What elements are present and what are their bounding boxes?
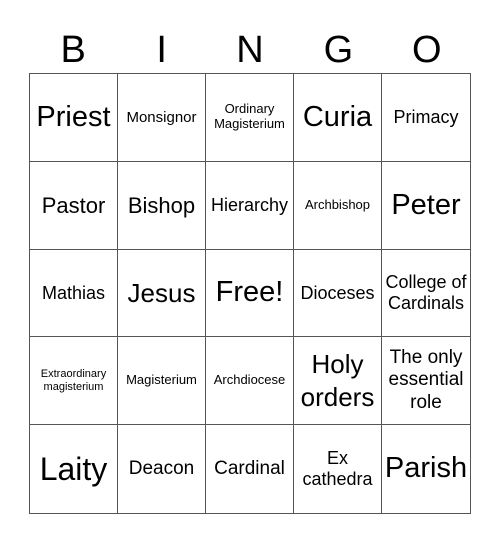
header-letter-n: N bbox=[236, 29, 264, 71]
bingo-cell[interactable]: Deacon bbox=[118, 425, 206, 513]
bingo-cell[interactable]: Jesus bbox=[118, 249, 206, 338]
bingo-card-grid: Priest Monsignor Ordinary Magisterium Cu… bbox=[29, 73, 471, 514]
bingo-cell[interactable]: Archdiocese bbox=[206, 337, 294, 426]
bingo-cell[interactable]: Hierarchy bbox=[206, 161, 294, 250]
bingo-cell[interactable]: Dioceses bbox=[294, 249, 382, 338]
bingo-cell[interactable]: Ordinary Magisterium bbox=[206, 74, 294, 162]
bingo-cell[interactable]: Ex cathedra bbox=[294, 425, 382, 513]
header-letter-b: B bbox=[60, 29, 86, 71]
bingo-cell[interactable]: Monsignor bbox=[118, 74, 206, 162]
free-space-cell[interactable]: Free! bbox=[206, 249, 294, 338]
bingo-cell[interactable]: Pastor bbox=[30, 161, 118, 250]
bingo-cell[interactable]: Laity bbox=[30, 425, 118, 513]
bingo-cell[interactable]: Extraordinary magisterium bbox=[30, 337, 118, 426]
bingo-cell[interactable]: Mathias bbox=[30, 249, 118, 338]
bingo-cell[interactable]: Archbishop bbox=[294, 161, 382, 250]
bingo-cell[interactable]: Priest bbox=[30, 74, 118, 162]
bingo-cell[interactable]: Bishop bbox=[118, 161, 206, 250]
bingo-cell[interactable]: College of Cardinals bbox=[382, 250, 470, 338]
bingo-cell[interactable]: Curia bbox=[294, 74, 382, 162]
bingo-header: B I N G O bbox=[29, 28, 471, 72]
bingo-cell[interactable]: Primacy bbox=[382, 74, 470, 162]
bingo-cell[interactable]: Magisterium bbox=[118, 337, 206, 426]
bingo-cell[interactable]: The only essential role bbox=[382, 337, 470, 426]
bingo-cell[interactable]: Parish bbox=[382, 425, 470, 513]
header-letter-g: G bbox=[323, 29, 354, 71]
bingo-cell[interactable]: Peter bbox=[382, 162, 470, 250]
bingo-cell[interactable]: Cardinal bbox=[206, 425, 294, 513]
header-letter-i: I bbox=[156, 29, 167, 71]
bingo-cell[interactable]: Holy orders bbox=[294, 337, 382, 426]
header-letter-o: O bbox=[412, 29, 442, 71]
